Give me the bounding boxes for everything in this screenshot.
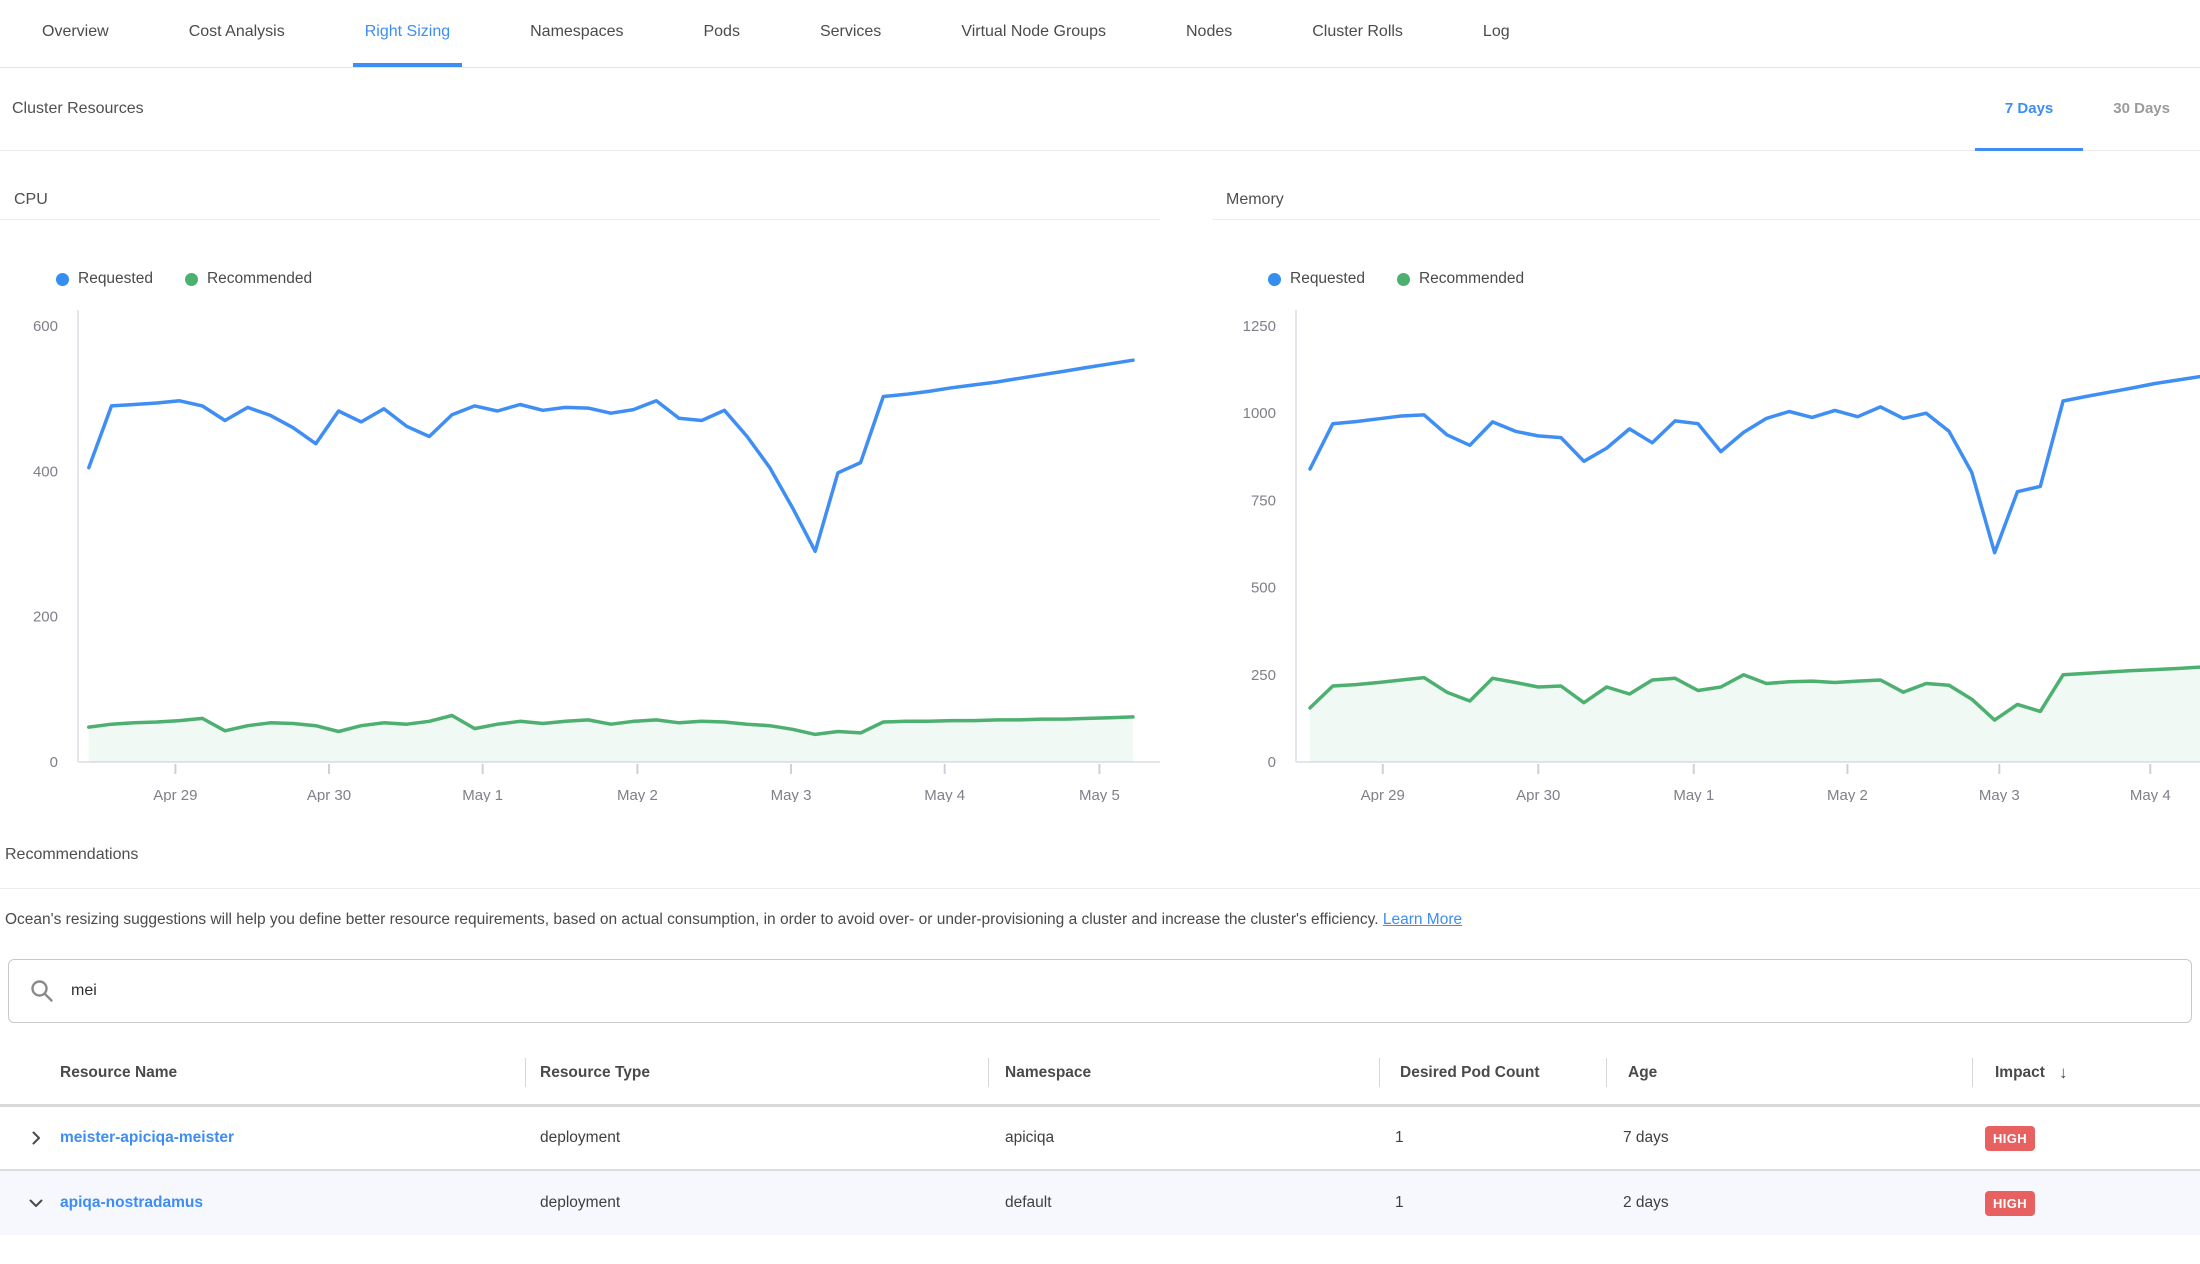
search-box bbox=[8, 959, 2192, 1023]
y-tick-label: 200 bbox=[33, 609, 58, 626]
y-tick-label: 0 bbox=[1268, 754, 1276, 771]
requested-dot-icon bbox=[1268, 273, 1281, 286]
cpu-chart: 600 400 200 0 Apr 29 Apr 30 May 1 May 2 May 3 May… bbox=[0, 302, 1160, 802]
recommended-dot-icon bbox=[185, 273, 198, 286]
desired-pod-count-cell: 1 bbox=[1379, 1194, 1606, 1212]
cluster-resources-header: Cluster Resources 7 Days 30 Days bbox=[0, 68, 2200, 151]
tab-overview[interactable]: Overview bbox=[30, 0, 121, 67]
tab-pods[interactable]: Pods bbox=[691, 0, 751, 67]
search-input[interactable] bbox=[69, 981, 2171, 1001]
column-header-resource-name[interactable]: Resource Name bbox=[0, 1041, 525, 1104]
memory-chart-title: Memory bbox=[1212, 191, 2200, 220]
learn-more-link[interactable]: Learn More bbox=[1383, 911, 1462, 928]
legend-recommended: Recommended bbox=[1397, 270, 1524, 288]
y-tick-label: 750 bbox=[1251, 492, 1276, 509]
x-tick-label: May 2 bbox=[1827, 787, 1868, 802]
requested-dot-icon bbox=[56, 273, 69, 286]
y-tick-label: 1000 bbox=[1243, 405, 1276, 422]
column-header-age[interactable]: Age bbox=[1606, 1041, 1972, 1104]
description-text: Ocean's resizing suggestions will help y… bbox=[5, 911, 1379, 928]
table-row[interactable]: meister-apiciqa-meister deployment apici… bbox=[0, 1107, 2200, 1171]
namespace-cell: default bbox=[988, 1194, 1379, 1212]
column-header-impact[interactable]: Impact ↓ bbox=[1972, 1041, 2200, 1104]
x-tick-label: May 5 bbox=[1079, 787, 1120, 802]
x-tick-label: May 1 bbox=[462, 787, 503, 802]
requested-line bbox=[89, 360, 1133, 551]
x-tick-label: May 1 bbox=[1673, 787, 1714, 802]
requested-line bbox=[1310, 377, 2200, 553]
x-tick-label: Apr 30 bbox=[307, 787, 351, 802]
sort-descending-icon[interactable]: ↓ bbox=[2059, 1063, 2068, 1083]
tab-cluster-rolls[interactable]: Cluster Rolls bbox=[1300, 0, 1415, 67]
y-tick-label: 0 bbox=[50, 754, 58, 771]
age-cell: 7 days bbox=[1606, 1129, 1972, 1147]
x-tick-label: Apr 29 bbox=[153, 787, 197, 802]
expand-row-icon[interactable] bbox=[28, 1130, 44, 1146]
y-tick-label: 600 bbox=[33, 318, 58, 335]
legend-requested-label: Requested bbox=[1290, 270, 1365, 288]
cpu-chart-legend: Requested Recommended bbox=[56, 270, 1160, 288]
tab-services[interactable]: Services bbox=[808, 0, 893, 67]
table-header-row: Resource Name Resource Type Namespace De… bbox=[0, 1041, 2200, 1107]
resource-name-link[interactable]: meister-apiciqa-meister bbox=[60, 1129, 234, 1147]
tab-log[interactable]: Log bbox=[1471, 0, 1522, 67]
column-header-resource-type[interactable]: Resource Type bbox=[525, 1041, 988, 1104]
x-tick-label: May 4 bbox=[924, 787, 965, 802]
legend-recommended-label: Recommended bbox=[207, 270, 312, 288]
legend-recommended: Recommended bbox=[185, 270, 312, 288]
resource-name-link[interactable]: apiqa-nostradamus bbox=[60, 1194, 203, 1212]
resource-type-cell: deployment bbox=[525, 1129, 988, 1147]
legend-requested: Requested bbox=[1268, 270, 1365, 288]
memory-chart: 1250 1000 750 500 250 0 Apr 29 Apr 30 May 1 May 2… bbox=[1212, 302, 2200, 802]
section-title: Cluster Resources bbox=[12, 100, 144, 118]
x-tick-label: May 3 bbox=[771, 787, 812, 802]
time-range-toggle: 7 Days 30 Days bbox=[1975, 68, 2200, 150]
cpu-chart-panel: CPU Requested Recommended 600 400 200 0 Apr … bbox=[0, 191, 1160, 802]
y-tick-label: 250 bbox=[1251, 667, 1276, 684]
tab-right-sizing[interactable]: Right Sizing bbox=[353, 0, 462, 67]
collapse-row-icon[interactable] bbox=[28, 1195, 44, 1211]
x-tick-label: May 3 bbox=[1979, 787, 2020, 802]
recommended-area bbox=[1310, 667, 2200, 762]
x-tick-label: Apr 30 bbox=[1516, 787, 1560, 802]
column-header-desired-pod-count[interactable]: Desired Pod Count bbox=[1379, 1041, 1606, 1104]
resource-type-cell: deployment bbox=[525, 1194, 988, 1212]
memory-chart-legend: Requested Recommended bbox=[1268, 270, 2200, 288]
range-30-days[interactable]: 30 Days bbox=[2083, 68, 2200, 151]
y-tick-label: 500 bbox=[1251, 580, 1276, 597]
y-tick-label: 1250 bbox=[1243, 318, 1276, 335]
column-header-namespace[interactable]: Namespace bbox=[988, 1041, 1379, 1104]
recommendations-description: Ocean's resizing suggestions will help y… bbox=[5, 911, 2200, 929]
tab-virtual-node-groups[interactable]: Virtual Node Groups bbox=[949, 0, 1118, 67]
desired-pod-count-cell: 1 bbox=[1379, 1129, 1606, 1147]
tab-namespaces[interactable]: Namespaces bbox=[518, 0, 635, 67]
x-tick-label: May 4 bbox=[2130, 787, 2171, 802]
legend-requested-label: Requested bbox=[78, 270, 153, 288]
table-row[interactable]: apiqa-nostradamus deployment default 1 2… bbox=[0, 1171, 2200, 1235]
tab-cost-analysis[interactable]: Cost Analysis bbox=[177, 0, 297, 67]
legend-requested: Requested bbox=[56, 270, 153, 288]
impact-badge: HIGH bbox=[1985, 1191, 2035, 1216]
search-icon bbox=[29, 978, 55, 1004]
x-tick-label: Apr 29 bbox=[1361, 787, 1405, 802]
tab-nodes[interactable]: Nodes bbox=[1174, 0, 1244, 67]
charts-row: CPU Requested Recommended 600 400 200 0 Apr … bbox=[0, 191, 2200, 802]
range-7-days[interactable]: 7 Days bbox=[1975, 68, 2083, 151]
table-body: meister-apiciqa-meister deployment apici… bbox=[0, 1107, 2200, 1235]
age-cell: 2 days bbox=[1606, 1194, 1972, 1212]
recommendations-title: Recommendations bbox=[0, 846, 2200, 889]
legend-recommended-label: Recommended bbox=[1419, 270, 1524, 288]
y-tick-label: 400 bbox=[33, 463, 58, 480]
main-tab-bar: Overview Cost Analysis Right Sizing Namespa… bbox=[0, 0, 2200, 68]
impact-header-label: Impact bbox=[1995, 1064, 2045, 1082]
recommended-dot-icon bbox=[1397, 273, 1410, 286]
memory-chart-panel: Memory Requested Recommended 1250 1000 750… bbox=[1212, 191, 2200, 802]
x-tick-label: May 2 bbox=[617, 787, 658, 802]
cpu-chart-title: CPU bbox=[0, 191, 1160, 220]
impact-badge: HIGH bbox=[1985, 1126, 2035, 1151]
recommendations-table: Resource Name Resource Type Namespace De… bbox=[0, 1041, 2200, 1235]
namespace-cell: apiciqa bbox=[988, 1129, 1379, 1147]
